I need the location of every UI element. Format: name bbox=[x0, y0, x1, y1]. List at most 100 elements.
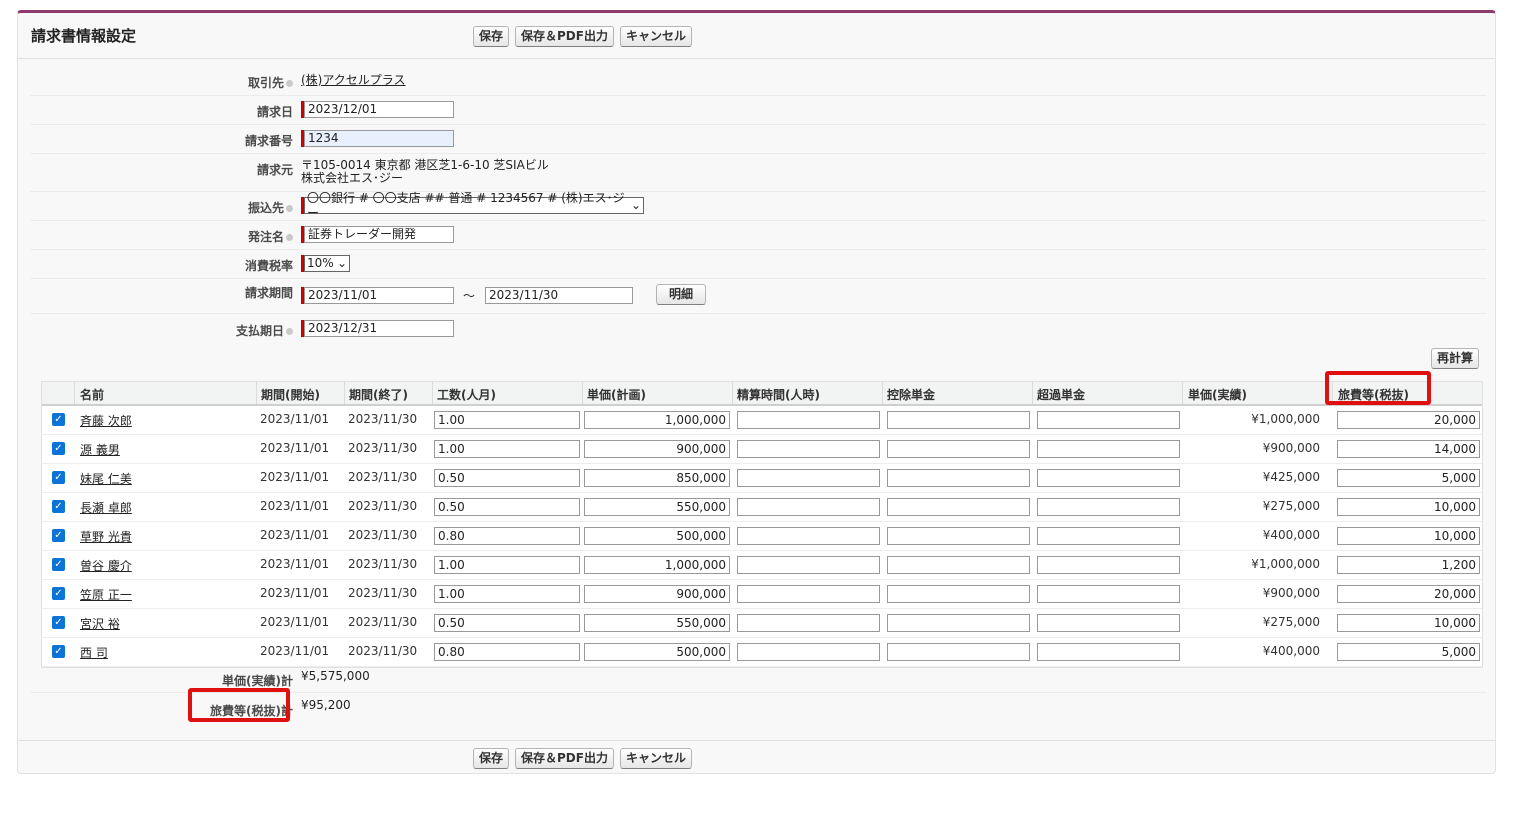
row-deduct-unit-input[interactable] bbox=[887, 585, 1030, 603]
row-checkbox[interactable]: ✓ bbox=[52, 471, 65, 484]
row-unit-plan-input[interactable]: 550,000 bbox=[584, 498, 730, 516]
row-manmonth-input[interactable]: 1.00 bbox=[434, 411, 580, 429]
row-manmonth-input[interactable]: 1.00 bbox=[434, 585, 580, 603]
row-name-link[interactable]: 笠原 正一 bbox=[80, 586, 132, 603]
row-start: 2023/11/01 bbox=[260, 528, 330, 542]
cancel-button[interactable]: キャンセル bbox=[619, 748, 692, 769]
cancel-button[interactable]: キャンセル bbox=[619, 26, 692, 47]
row-travel-input[interactable]: 20,000 bbox=[1337, 585, 1480, 603]
row-checkbox[interactable]: ✓ bbox=[52, 500, 65, 513]
due-date-input[interactable]: 2023/12/31 bbox=[304, 320, 454, 337]
row-travel-input[interactable]: 10,000 bbox=[1337, 498, 1480, 516]
row-over-unit-input[interactable] bbox=[1037, 527, 1180, 545]
row-settle-hours-input[interactable] bbox=[737, 614, 880, 632]
row-travel-input[interactable]: 5,000 bbox=[1337, 469, 1480, 487]
row-deduct-unit-input[interactable] bbox=[887, 614, 1030, 632]
row-checkbox[interactable]: ✓ bbox=[52, 645, 65, 658]
row-deduct-unit-input[interactable] bbox=[887, 527, 1030, 545]
period-from-input[interactable]: 2023/11/01 bbox=[304, 287, 454, 304]
row-checkbox[interactable]: ✓ bbox=[52, 558, 65, 571]
row-unit-plan-input[interactable]: 500,000 bbox=[584, 527, 730, 545]
detail-button[interactable]: 明細 bbox=[656, 284, 706, 305]
row-deduct-unit-input[interactable] bbox=[887, 411, 1030, 429]
save-button[interactable]: 保存 bbox=[473, 26, 510, 47]
invoice-date-input[interactable]: 2023/12/01 bbox=[304, 101, 454, 118]
row-manmonth-input[interactable]: 0.50 bbox=[434, 469, 580, 487]
client-link[interactable]: (株)アクセルプラス bbox=[301, 71, 406, 88]
recalc-button[interactable]: 再計算 bbox=[1431, 348, 1480, 369]
row-manmonth-input[interactable]: 0.50 bbox=[434, 498, 580, 516]
row-unit-plan-input[interactable]: 1,000,000 bbox=[584, 411, 730, 429]
save-pdf-button[interactable]: 保存＆PDF出力 bbox=[515, 748, 614, 769]
invoice-no-input[interactable]: 1234 bbox=[304, 130, 454, 147]
row-over-unit-input[interactable] bbox=[1037, 585, 1180, 603]
tax-rate-select[interactable]: 10% ⌄ bbox=[304, 255, 350, 272]
row-unit-plan-input[interactable]: 550,000 bbox=[584, 614, 730, 632]
row-settle-hours-input[interactable] bbox=[737, 469, 880, 487]
row-settle-hours-input[interactable] bbox=[737, 643, 880, 661]
row-settle-hours-input[interactable] bbox=[737, 556, 880, 574]
row-travel-input[interactable]: 1,200 bbox=[1337, 556, 1480, 574]
row-name-link[interactable]: 宮沢 裕 bbox=[80, 615, 120, 632]
row-manmonth-input[interactable]: 0.80 bbox=[434, 643, 580, 661]
row-name-link[interactable]: 草野 光貴 bbox=[80, 528, 132, 545]
row-name-link[interactable]: 源 義男 bbox=[80, 441, 120, 458]
row-manmonth-input[interactable]: 1.00 bbox=[434, 556, 580, 574]
save-button[interactable]: 保存 bbox=[473, 748, 510, 769]
row-checkbox[interactable]: ✓ bbox=[52, 442, 65, 455]
row-over-unit-input[interactable] bbox=[1037, 440, 1180, 458]
row-deduct-unit-input[interactable] bbox=[887, 643, 1030, 661]
row-over-unit-input[interactable] bbox=[1037, 614, 1180, 632]
row-name-link[interactable]: 斉藤 次郎 bbox=[80, 412, 132, 429]
order-name-input[interactable]: 証券トレーダー開発 bbox=[304, 226, 454, 243]
row-travel-input[interactable]: 10,000 bbox=[1337, 614, 1480, 632]
row-deduct-unit-input[interactable] bbox=[887, 498, 1030, 516]
row-travel-input[interactable]: 14,000 bbox=[1337, 440, 1480, 458]
table-row: ✓ 笠原 正一 2023/11/01 2023/11/30 1.00 900,000 ¥90… bbox=[42, 580, 1482, 609]
row-end: 2023/11/30 bbox=[348, 470, 418, 484]
row-over-unit-input[interactable] bbox=[1037, 498, 1180, 516]
row-settle-hours-input[interactable] bbox=[737, 527, 880, 545]
row-checkbox[interactable]: ✓ bbox=[52, 616, 65, 629]
bank-select[interactable]: 〇〇銀行 # 〇〇支店 ## 普通 # 1234567 # (株)エス･ジー ⌄ bbox=[304, 191, 644, 220]
row-settle-hours-input[interactable] bbox=[737, 440, 880, 458]
column-separator bbox=[732, 382, 733, 404]
row-settle-hours-input[interactable] bbox=[737, 498, 880, 516]
row-unit-plan-input[interactable]: 1,000,000 bbox=[584, 556, 730, 574]
row-manmonth-input[interactable]: 1.00 bbox=[434, 440, 580, 458]
help-icon[interactable] bbox=[286, 80, 293, 87]
row-settle-hours-input[interactable] bbox=[737, 585, 880, 603]
row-travel-input[interactable]: 10,000 bbox=[1337, 527, 1480, 545]
row-over-unit-input[interactable] bbox=[1037, 469, 1180, 487]
help-icon[interactable] bbox=[286, 205, 293, 212]
row-name-link[interactable]: 曽谷 慶介 bbox=[80, 557, 132, 574]
row-unit-plan-input[interactable]: 900,000 bbox=[584, 440, 730, 458]
period-to-input[interactable]: 2023/11/30 bbox=[485, 287, 633, 304]
help-icon[interactable] bbox=[286, 234, 293, 241]
row-deduct-unit-input[interactable] bbox=[887, 556, 1030, 574]
row-manmonth-input[interactable]: 0.80 bbox=[434, 527, 580, 545]
row-name-link[interactable]: 長瀬 卓郎 bbox=[80, 499, 132, 516]
row-travel-input[interactable]: 20,000 bbox=[1337, 411, 1480, 429]
row-checkbox[interactable]: ✓ bbox=[52, 587, 65, 600]
due-date-label: 支払期日 bbox=[236, 322, 293, 339]
row-deduct-unit-input[interactable] bbox=[887, 469, 1030, 487]
row-name-link[interactable]: 西 司 bbox=[80, 644, 108, 661]
column-separator bbox=[1032, 382, 1033, 404]
row-checkbox[interactable]: ✓ bbox=[52, 529, 65, 542]
row-over-unit-input[interactable] bbox=[1037, 411, 1180, 429]
row-unit-plan-input[interactable]: 900,000 bbox=[584, 585, 730, 603]
row-deduct-unit-input[interactable] bbox=[887, 440, 1030, 458]
row-over-unit-input[interactable] bbox=[1037, 643, 1180, 661]
row-unit-plan-input[interactable]: 850,000 bbox=[584, 469, 730, 487]
row-settle-hours-input[interactable] bbox=[737, 411, 880, 429]
row-travel-input[interactable]: 5,000 bbox=[1337, 643, 1480, 661]
row-name-link[interactable]: 妹尾 仁美 bbox=[80, 470, 132, 487]
row-unit-plan-input[interactable]: 500,000 bbox=[584, 643, 730, 661]
row-over-unit-input[interactable] bbox=[1037, 556, 1180, 574]
column-separator bbox=[432, 382, 433, 404]
row-checkbox[interactable]: ✓ bbox=[52, 413, 65, 426]
save-pdf-button[interactable]: 保存＆PDF出力 bbox=[515, 26, 614, 47]
row-manmonth-input[interactable]: 0.50 bbox=[434, 614, 580, 632]
help-icon[interactable] bbox=[286, 328, 293, 335]
